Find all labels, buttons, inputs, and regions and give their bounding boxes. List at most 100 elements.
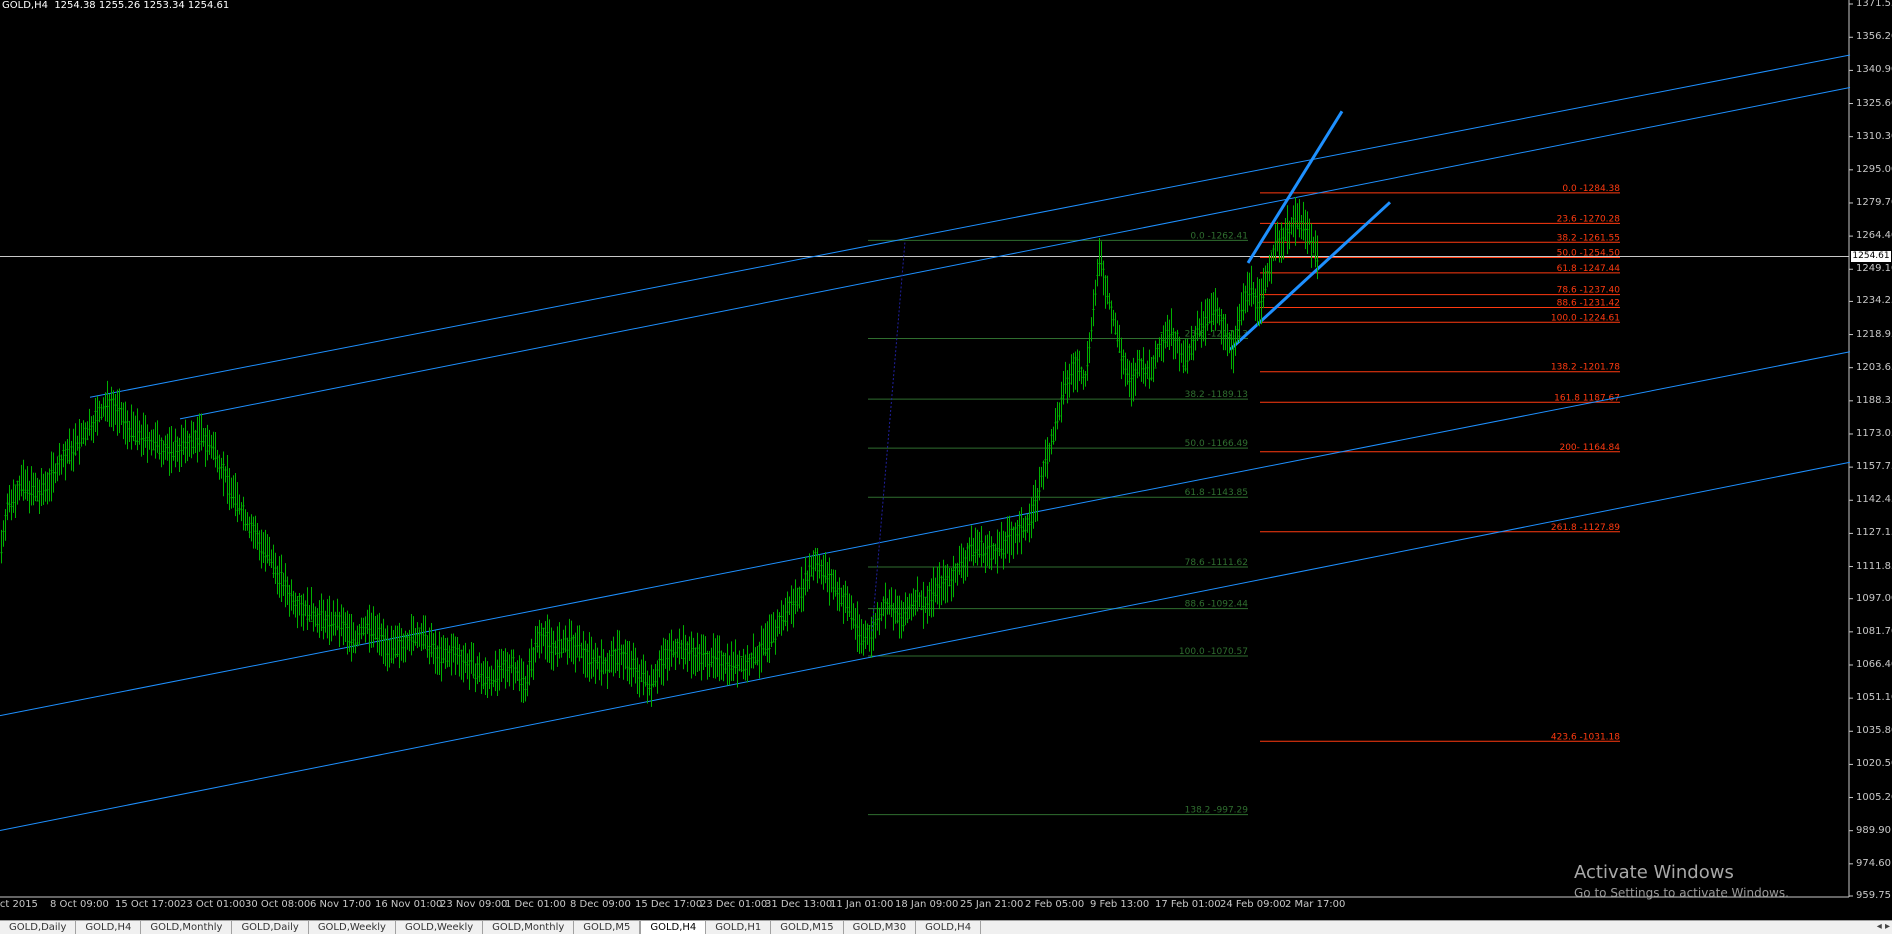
fib-green-level-label: 78.6 -1111.62	[1185, 558, 1248, 568]
chart-tab[interactable]: GOLD,Weekly	[396, 921, 484, 934]
trendline-lower-channel-bottom	[0, 461, 1851, 831]
dotted-trendline	[871, 241, 906, 632]
fib-green-level-label: 138.2 -997.29	[1185, 806, 1249, 816]
watermark-subtitle: Go to Settings to activate Windows.	[1574, 886, 1789, 900]
time-tick-label: 2 Feb 05:00	[1025, 899, 1085, 910]
price-tick-label: 1173.05	[1856, 427, 1892, 439]
candlestick-series	[0, 197, 1319, 707]
price-tick-label: 1356.20	[1856, 31, 1892, 43]
price-tick-label: 1188.35	[1856, 394, 1892, 406]
fib-red-level-label: 261.8 -1127.89	[1551, 523, 1620, 533]
price-tick-label: 1264.40	[1856, 230, 1892, 242]
time-tick-label: 23 Nov 09:00	[440, 899, 508, 910]
fib-green-level-label: 23.6 -1217.13	[1185, 329, 1248, 339]
price-tick-label: 1203.65	[1856, 361, 1892, 373]
chart-tab[interactable]: GOLD,H4	[76, 921, 142, 934]
fib-green-level-label: 88.6 -1092.44	[1185, 600, 1249, 610]
fib-red-level-label: 50.0 -1254.50	[1557, 249, 1621, 259]
time-tick-label: 23 Dec 01:00	[700, 899, 768, 910]
fib-green-level-label: 61.8 -1143.85	[1185, 488, 1248, 498]
trendline-lower-channel-top	[0, 351, 1851, 717]
vertical-trendline[interactable]	[871, 241, 906, 632]
price-chart[interactable]: 0.0 -1262.41 23.6 -1217.13 38.2 -1189.13 50…	[0, 0, 1892, 933]
time-tick-label: 8 Oct 09:00	[50, 899, 109, 910]
time-tick-label: 1 Dec 01:00	[505, 899, 566, 910]
tab-scroll-arrows[interactable]: ◂ ▸	[1877, 921, 1890, 932]
price-tick-label: 1295.00	[1856, 163, 1892, 175]
chart-tab[interactable]: GOLD,Daily	[0, 921, 77, 934]
chart-tab-bar: GOLD,Daily GOLD,H4 GOLD,Monthly GOLD,Daily G…	[0, 920, 1892, 934]
time-tick-label: 6 Nov 17:00	[310, 899, 372, 910]
chart-tab[interactable]: GOLD,M30	[844, 921, 917, 934]
watermark-title: Activate Windows	[1574, 862, 1734, 883]
price-tick-label: 1310.30	[1856, 130, 1892, 142]
fib-red-level-label: 0.0 -1284.38	[1562, 184, 1620, 194]
time-tick-label: 9 Feb 13:00	[1090, 899, 1150, 910]
price-tick-label: 1127.15	[1856, 527, 1892, 539]
time-tick-label: 8 Dec 09:00	[570, 899, 631, 910]
time-tick-label: 17 Feb 01:00	[1155, 899, 1221, 910]
price-tick-label: 1218.95	[1856, 328, 1892, 340]
chart-header: GOLD,H4 1254.38 1255.26 1253.34 1254.61	[2, 0, 229, 11]
chart-tab[interactable]: GOLD,H1	[706, 921, 772, 934]
price-tick-label: 1325.60	[1856, 97, 1892, 109]
fib-red-level-label: 61.8 -1247.44	[1557, 264, 1621, 274]
price-tick-label: 989.90	[1856, 824, 1891, 836]
time-tick-label: 15 Oct 17:00	[115, 899, 181, 910]
ohlc-values: 1254.38 1255.26 1253.34 1254.61	[54, 0, 230, 11]
fib-red-level-label: 161.8 1187.67	[1554, 393, 1620, 403]
fib-red-level-label: 38.2 -1261.55	[1557, 233, 1620, 243]
symbol-name: GOLD,H4	[2, 0, 48, 11]
chart-tab[interactable]: GOLD,Monthly	[141, 921, 233, 934]
fib-red-level-label: 100.0 -1224.61	[1551, 313, 1620, 323]
fib-red-level-label: 23.6 -1270.28	[1557, 214, 1621, 224]
chart-tab[interactable]: GOLD,Monthly	[483, 921, 575, 934]
current-price-marker: 1254.61	[1851, 251, 1891, 262]
price-tick-label: 1066.40	[1856, 658, 1892, 670]
fib-red-level-label: 200- 1164.84	[1559, 443, 1620, 453]
price-tick-label: 1051.10	[1856, 692, 1892, 704]
chart-tab[interactable]: GOLD,H4	[640, 921, 707, 934]
time-tick-label: 31 Dec 13:00	[765, 899, 833, 910]
time-tick-label: 18 Jan 09:00	[895, 899, 959, 910]
price-tick-label: 1097.00	[1856, 592, 1892, 604]
price-tick-label: 1279.70	[1856, 196, 1892, 208]
price-tick-label: 974.60	[1856, 857, 1891, 869]
fibonacci-retracement-red[interactable]: 0.0 -1284.38 23.6 -1270.28 38.2 -1261.55 50…	[1260, 184, 1620, 742]
price-tick-label: 1340.90	[1856, 64, 1892, 76]
price-tick-label: 959.75	[1856, 890, 1891, 901]
price-tick-label: 1249.10	[1856, 263, 1892, 275]
fib-green-level-label: 100.0 -1070.57	[1179, 647, 1248, 657]
price-tick-label: 1371.55	[1856, 0, 1892, 9]
price-tick-label: 1111.85	[1856, 560, 1892, 572]
price-tick-label: 1081.70	[1856, 625, 1892, 637]
time-tick-label: 15 Dec 17:00	[635, 899, 703, 910]
fib-green-level-label: 50.0 -1166.49	[1185, 439, 1249, 449]
time-tick-label: 16 Nov 01:00	[375, 899, 443, 910]
fib-red-level-label: 138.2 -1201.78	[1551, 363, 1620, 373]
fibonacci-retracement-green[interactable]: 0.0 -1262.41 23.6 -1217.13 38.2 -1189.13 50…	[868, 231, 1249, 816]
chart-tab[interactable]: GOLD,M5	[574, 921, 641, 934]
price-tick-label: 1020.50	[1856, 758, 1892, 770]
chart-tab[interactable]: GOLD,Daily	[232, 921, 309, 934]
time-tick-label: 25 Jan 21:00	[960, 899, 1024, 910]
chart-tab[interactable]: GOLD,H4	[916, 921, 982, 934]
fib-green-level-label: 38.2 -1189.13	[1185, 390, 1248, 400]
activate-windows-watermark: Activate Windows Go to Settings to activ…	[1574, 862, 1789, 900]
time-tick-label: Oct 2015	[0, 899, 38, 910]
time-tick-label: 30 Oct 08:00	[245, 899, 311, 910]
fib-red-level-label: 423.6 -1031.18	[1551, 732, 1620, 742]
time-tick-label: 24 Feb 09:00	[1220, 899, 1286, 910]
price-tick-label: 1005.20	[1856, 791, 1892, 803]
time-tick-label: 2 Mar 17:00	[1285, 899, 1346, 910]
time-tick-label: 11 Jan 01:00	[830, 899, 894, 910]
chart-tab[interactable]: GOLD,M15	[771, 921, 844, 934]
price-tick-label: 1142.45	[1856, 494, 1892, 506]
time-tick-label: 23 Oct 01:00	[180, 899, 246, 910]
price-tick-label: 1157.75	[1856, 461, 1892, 473]
fib-green-level-label: 0.0 -1262.41	[1190, 231, 1248, 241]
fib-red-level-label: 78.6 -1237.40	[1557, 286, 1621, 296]
fib-red-level-label: 88.6 -1231.42	[1557, 299, 1620, 309]
chart-tab[interactable]: GOLD,Weekly	[309, 921, 396, 934]
price-tick-label: 1234.25	[1856, 295, 1892, 307]
